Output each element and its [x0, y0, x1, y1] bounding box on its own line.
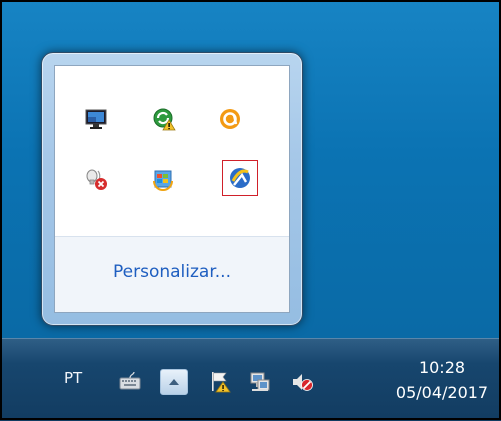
keyboard-icon[interactable] [118, 369, 142, 393]
app-tray-icon-highlighted[interactable] [228, 166, 252, 190]
notification-overflow-flyout: Personalizar... [41, 52, 303, 326]
clock-time: 10:28 [418, 358, 466, 377]
show-hidden-icons-arrow-icon [169, 379, 179, 385]
clock-date: 05/04/2017 [395, 383, 489, 402]
audio-device-error-icon[interactable] [84, 167, 108, 191]
flyout-panel: Personalizar... [54, 65, 290, 313]
language-indicator[interactable]: PT [64, 369, 82, 387]
flyout-separator [55, 236, 289, 237]
display-monitor-icon[interactable] [84, 107, 108, 131]
hidden-icons-area [55, 66, 289, 236]
avast-icon[interactable] [218, 107, 242, 131]
network-icon[interactable] [248, 370, 272, 394]
network-warning-icon[interactable] [152, 107, 176, 131]
customize-link[interactable]: Personalizar... [55, 262, 289, 282]
action-center-flag-icon[interactable] [208, 369, 232, 393]
windows-update-icon[interactable] [152, 167, 176, 191]
taskbar: PT 10:28 05/04/2017 [0, 338, 501, 421]
clock[interactable]: 10:28 05/04/2017 [392, 355, 492, 405]
volume-muted-icon[interactable] [290, 370, 314, 394]
show-hidden-icons-button[interactable] [160, 369, 188, 395]
